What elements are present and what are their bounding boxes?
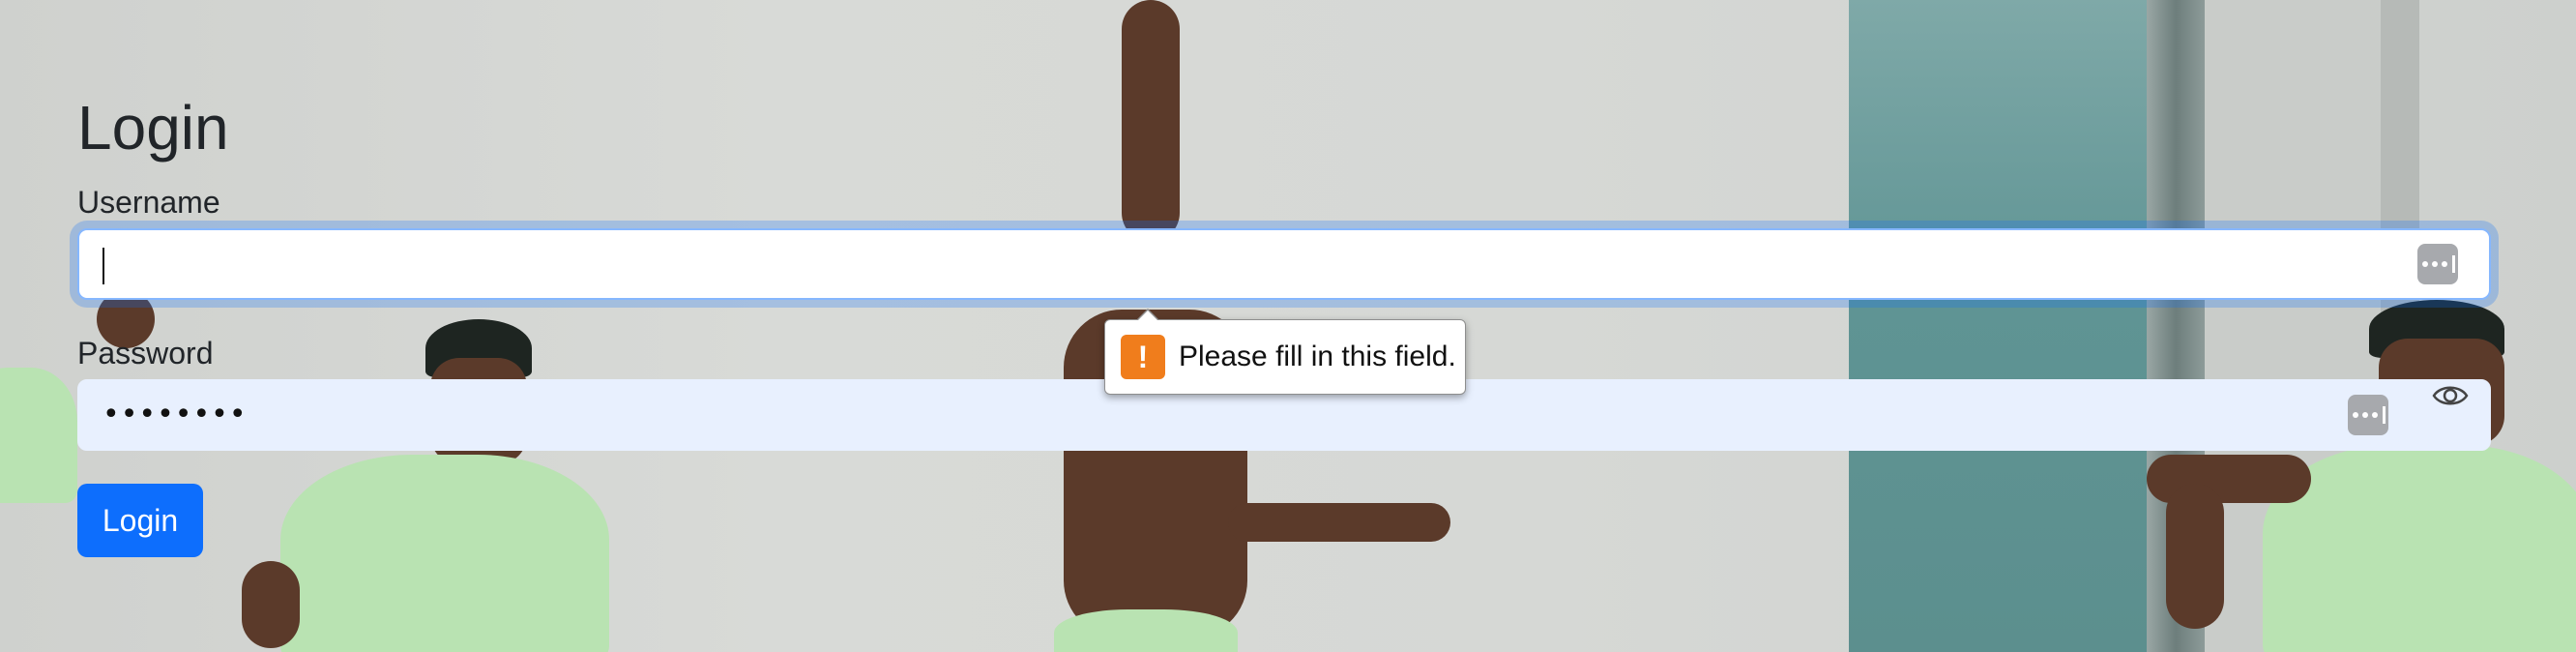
- username-input[interactable]: [77, 228, 2491, 300]
- password-label: Password: [77, 336, 214, 370]
- password-manager-icon[interactable]: [2417, 244, 2458, 284]
- password-value: ••••••••: [102, 398, 248, 431]
- password-manager-icon[interactable]: [2348, 395, 2388, 435]
- validation-message: Please fill in this field.: [1179, 341, 1456, 372]
- validation-tooltip: ! Please fill in this field.: [1104, 309, 1466, 395]
- username-label: Username: [77, 185, 220, 220]
- login-button[interactable]: Login: [77, 484, 203, 557]
- page-title: Login: [77, 93, 229, 163]
- warning-icon: !: [1121, 335, 1165, 379]
- eye-icon[interactable]: [2431, 381, 2470, 410]
- text-caret: [102, 248, 104, 284]
